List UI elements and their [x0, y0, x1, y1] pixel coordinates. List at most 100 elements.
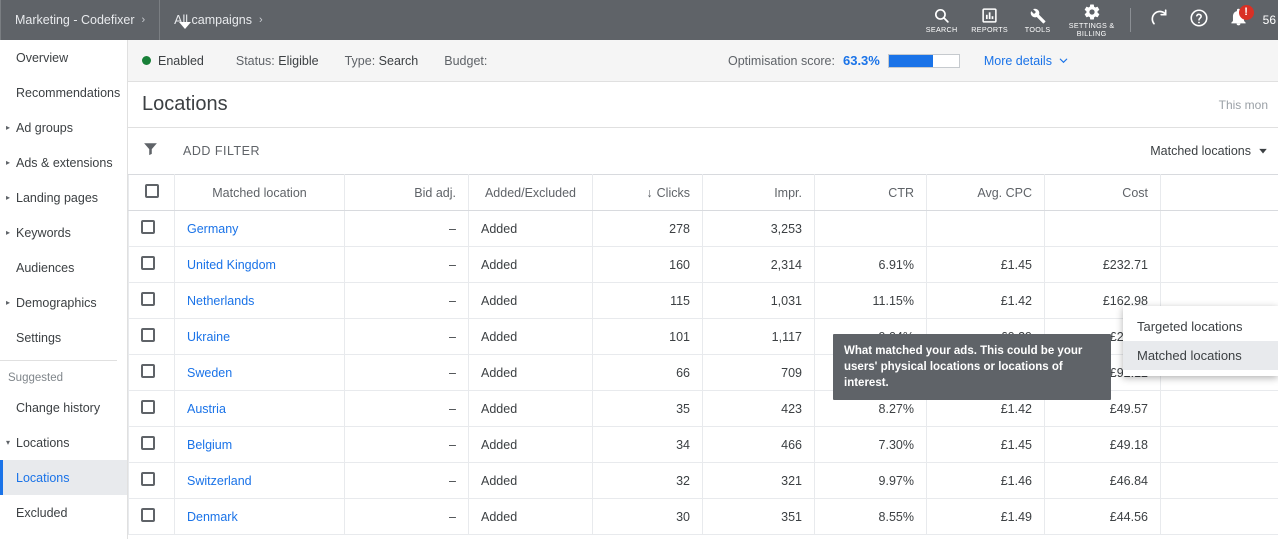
select-all-checkbox[interactable] [145, 184, 159, 198]
row-select-cell [129, 427, 175, 463]
cell-clicks: 32 [593, 463, 703, 499]
table-row[interactable]: Germany–Added2783,253 [129, 211, 1278, 247]
refresh-button[interactable] [1139, 0, 1179, 40]
cell-impr: 321 [703, 463, 815, 499]
location-link[interactable]: United Kingdom [187, 258, 276, 272]
sidebar-item-demographics[interactable]: ▸ Demographics [0, 285, 127, 320]
campaign-status-bar: Enabled Status: Eligible Type: Search Bu… [128, 40, 1278, 82]
location-link[interactable]: Denmark [187, 510, 238, 524]
cell-clicks: 160 [593, 247, 703, 283]
row-checkbox[interactable] [141, 400, 155, 414]
sidebar-item-landing-pages[interactable]: ▸ Landing pages [0, 180, 127, 215]
sidebar-item-locations[interactable]: Locations [0, 460, 127, 495]
cell-ctr [815, 211, 927, 247]
sidebar-item-audiences[interactable]: Audiences [0, 250, 127, 285]
more-details-button[interactable]: More details [984, 54, 1069, 68]
breadcrumb-item-account[interactable]: Marketing - Codefixer › [1, 0, 159, 40]
cell-location: Belgium [175, 427, 345, 463]
table-row[interactable]: Belgium–Added344667.30%£1.45£49.18 [129, 427, 1278, 463]
sidebar-item-overview[interactable]: Overview [0, 40, 127, 75]
header-impr[interactable]: Impr. [703, 175, 815, 211]
header-added-excluded[interactable]: Added/Excluded [469, 175, 593, 211]
table-row[interactable]: United Kingdom–Added1602,3146.91%£1.45£2… [129, 247, 1278, 283]
type-value: Search [379, 54, 419, 68]
location-link[interactable]: Switzerland [187, 474, 252, 488]
table-row[interactable]: Switzerland–Added323219.97%£1.46£46.84 [129, 463, 1278, 499]
row-checkbox[interactable] [141, 292, 155, 306]
campaign-state-label: Enabled [158, 54, 204, 68]
dropdown-option-matched-locations[interactable]: Matched locations [1123, 341, 1278, 370]
row-checkbox[interactable] [141, 328, 155, 342]
sidebar-item-label: Overview [16, 51, 68, 65]
breadcrumb-item-campaigns[interactable]: All campaigns › [160, 0, 277, 40]
cell-cost [1045, 211, 1161, 247]
table-row[interactable]: Denmark–Added303518.55%£1.49£44.56 [129, 499, 1278, 535]
header-matched-location[interactable]: Matched location [175, 175, 345, 211]
cell-impr: 709 [703, 355, 815, 391]
sidebar-item-label: Ad groups [16, 121, 73, 135]
cell-clicks: 101 [593, 319, 703, 355]
row-checkbox[interactable] [141, 436, 155, 450]
location-view-selector-label: Matched locations [1150, 144, 1251, 158]
header-avg-cpc[interactable]: Avg. CPC [927, 175, 1045, 211]
sidebar-item-keywords[interactable]: ▸ Keywords [0, 215, 127, 250]
page-title: Locations [142, 93, 228, 116]
cell-redacted [1161, 463, 1278, 499]
header-clicks[interactable]: ↓Clicks [593, 175, 703, 211]
sidebar-item-label: Audiences [16, 261, 74, 275]
row-checkbox[interactable] [141, 220, 155, 234]
add-filter-button[interactable]: ADD FILTER [183, 144, 260, 158]
row-select-cell [129, 499, 175, 535]
cell-clicks: 34 [593, 427, 703, 463]
breadcrumb: Marketing - Codefixer › [1, 0, 159, 40]
row-checkbox[interactable] [141, 364, 155, 378]
row-checkbox[interactable] [141, 472, 155, 486]
location-view-selector[interactable]: Matched locations [1150, 144, 1268, 158]
location-link[interactable]: Austria [187, 402, 226, 416]
chevron-right-icon: › [259, 14, 263, 26]
location-link[interactable]: Belgium [187, 438, 232, 452]
filter-funnel-icon[interactable] [142, 140, 159, 162]
header-cost[interactable]: Cost [1045, 175, 1161, 211]
sidebar-item-recommendations[interactable]: Recommendations [0, 75, 127, 110]
chevron-right-icon: ▸ [6, 298, 10, 307]
sidebar-item-locations-group[interactable]: ▾ Locations [0, 425, 127, 460]
location-link[interactable]: Germany [187, 222, 238, 236]
sidebar-item-excluded[interactable]: Excluded [0, 495, 127, 530]
reports-button[interactable]: REPORTS [966, 0, 1014, 40]
cell-ctr: 7.30% [815, 427, 927, 463]
tools-label: TOOLS [1025, 26, 1051, 34]
row-checkbox[interactable] [141, 256, 155, 270]
search-button[interactable]: SEARCH [918, 0, 966, 40]
table-row[interactable]: Netherlands–Added1151,03111.15%£1.42£162… [129, 283, 1278, 319]
location-view-dropdown-menu: Targeted locations Matched locations [1123, 306, 1278, 376]
settings-billing-button[interactable]: SETTINGS & BILLING [1062, 0, 1122, 40]
page-header: Locations This mon [128, 82, 1278, 128]
cell-avg-cpc [927, 211, 1045, 247]
sidebar-item-label: Recommendations [16, 86, 120, 100]
date-range-selector[interactable]: This mon [1219, 98, 1268, 112]
sidebar-item-settings[interactable]: Settings [0, 320, 127, 355]
sidebar-item-ad-groups[interactable]: ▸ Ad groups [0, 110, 127, 145]
cell-ctr: 6.91% [815, 247, 927, 283]
sidebar-item-label: Landing pages [16, 191, 98, 205]
header-ctr[interactable]: CTR [815, 175, 927, 211]
cell-impr: 423 [703, 391, 815, 427]
notifications-button[interactable]: ! [1219, 0, 1259, 40]
help-button[interactable] [1179, 0, 1219, 40]
settings-gear-icon [1083, 2, 1101, 21]
location-link[interactable]: Ukraine [187, 330, 230, 344]
cell-clicks: 115 [593, 283, 703, 319]
cell-impr: 351 [703, 499, 815, 535]
dropdown-option-targeted-locations[interactable]: Targeted locations [1123, 312, 1278, 341]
location-link[interactable]: Netherlands [187, 294, 254, 308]
header-bid-adj[interactable]: Bid adj. [345, 175, 469, 211]
tools-button[interactable]: TOOLS [1014, 0, 1062, 40]
row-checkbox[interactable] [141, 508, 155, 522]
cell-location: Ukraine [175, 319, 345, 355]
sidebar-item-ads-extensions[interactable]: ▸ Ads & extensions [0, 145, 127, 180]
breadcrumb-dropdown-caret-icon[interactable] [179, 22, 191, 29]
top-toolbar: SEARCH REPORTS [918, 0, 1278, 40]
sidebar-item-change-history[interactable]: Change history [0, 390, 127, 425]
location-link[interactable]: Sweden [187, 366, 232, 380]
